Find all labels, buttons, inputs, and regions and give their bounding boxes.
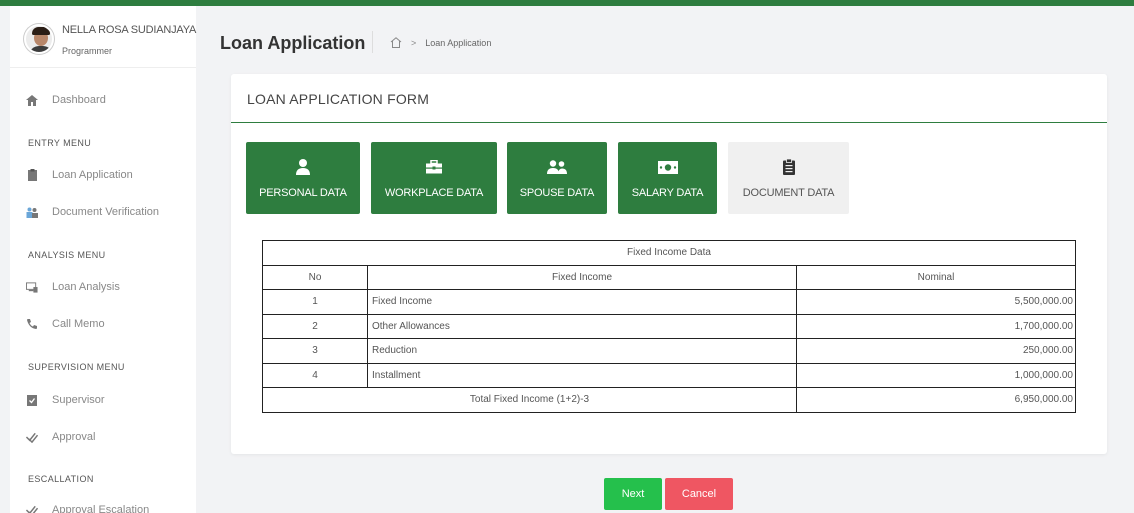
breadcrumb-current: Loan Application (425, 37, 492, 48)
sidebar-item-label: Approval (52, 431, 96, 443)
form-title: LOAN APPLICATION FORM (247, 91, 430, 107)
cell-nominal: 5,500,000.00 (796, 289, 1076, 315)
chevron-right-icon: > (411, 37, 417, 48)
money-icon (657, 157, 678, 177)
page-title: Loan Application (220, 33, 366, 53)
sidebar-item-loan-analysis[interactable]: Loan Analysis (26, 277, 120, 297)
tab-personal-data[interactable]: PERSONAL DATA (246, 142, 360, 214)
sidebar-item-loan-application[interactable]: Loan Application (26, 165, 133, 185)
sidebar: NELLA ROSA SUDIANJAYA Programmer Dashboa… (10, 6, 196, 513)
double-check-icon (26, 504, 38, 513)
sidebar-item-label: Loan Application (52, 169, 133, 181)
user-icon (296, 157, 310, 177)
divider (231, 122, 1107, 123)
section-header-supervision: SUPERVISION MENU (28, 362, 125, 372)
avatar (24, 24, 54, 54)
section-header-escallation: ESCALLATION (28, 474, 94, 484)
tab-salary-data[interactable]: SALARY DATA (618, 142, 717, 214)
users-icon (26, 206, 38, 218)
total-label: Total Fixed Income (1+2)-3 (262, 387, 797, 413)
table-caption: Fixed Income Data (262, 240, 1076, 266)
table-row: 1 Fixed Income 5,500,000.00 (262, 289, 1076, 315)
cell-no: 4 (262, 362, 368, 388)
sidebar-item-dashboard[interactable]: Dashboard (26, 90, 106, 110)
cell-name: Other Allowances (367, 313, 797, 339)
breadcrumb: > Loan Application (372, 31, 492, 53)
divider (372, 31, 373, 53)
sidebar-item-document-verification[interactable]: Document Verification (26, 202, 159, 222)
sidebar-item-label: Supervisor (52, 394, 105, 406)
tab-spouse-data[interactable]: SPOUSE DATA (507, 142, 607, 214)
cancel-button[interactable]: Cancel (665, 478, 733, 510)
sidebar-item-supervisor[interactable]: Supervisor (26, 390, 105, 410)
total-value: 6,950,000.00 (796, 387, 1076, 413)
table-caption-row: Fixed Income Data (262, 240, 1076, 266)
cell-no: 2 (262, 313, 368, 339)
cell-name: Reduction (367, 338, 797, 364)
briefcase-icon (426, 157, 442, 177)
user-role: Programmer (62, 46, 113, 56)
sidebar-item-label: Approval Escalation (52, 504, 150, 513)
column-header-no: No (262, 264, 368, 290)
phone-icon (26, 318, 38, 330)
sidebar-item-label: Loan Analysis (52, 281, 120, 293)
tab-document-data[interactable]: DOCUMENT DATA (728, 142, 849, 214)
table-total-row: Total Fixed Income (1+2)-3 6,950,000.00 (262, 387, 1076, 413)
table-header-row: No Fixed Income Nominal (262, 264, 1076, 290)
home-icon[interactable] (390, 37, 402, 48)
sidebar-item-label: Document Verification (52, 206, 159, 218)
sidebar-item-call-memo[interactable]: Call Memo (26, 314, 105, 334)
table-row: 2 Other Allowances 1,700,000.00 (262, 313, 1076, 339)
column-header-nominal: Nominal (796, 264, 1076, 290)
loan-application-form-card: LOAN APPLICATION FORM PERSONAL DATA WORK… (231, 74, 1107, 454)
user-name: NELLA ROSA SUDIANJAYA (62, 24, 197, 36)
user-profile[interactable]: NELLA ROSA SUDIANJAYA Programmer (10, 6, 196, 68)
tab-label: DOCUMENT DATA (742, 187, 835, 199)
monitor-icon (26, 281, 38, 293)
fixed-income-table: Fixed Income Data No Fixed Income Nomina… (262, 240, 1076, 413)
tab-label: WORKPLACE DATA (384, 187, 484, 199)
home-icon (26, 94, 38, 106)
next-button[interactable]: Next (604, 478, 662, 510)
clipboard-icon (782, 157, 795, 177)
section-header-entry: ENTRY MENU (28, 138, 92, 148)
tab-label: SPOUSE DATA (519, 187, 595, 199)
cell-no: 1 (262, 289, 368, 315)
users-icon (547, 157, 567, 177)
clipboard-icon (26, 169, 38, 181)
sidebar-item-approval[interactable]: Approval (26, 427, 95, 447)
cell-nominal: 1,000,000.00 (796, 362, 1076, 388)
section-header-analysis: ANALYSIS MENU (28, 250, 106, 260)
table-row: 4 Installment 1,000,000.00 (262, 362, 1076, 388)
cell-nominal: 1,700,000.00 (796, 313, 1076, 339)
double-check-icon (26, 431, 38, 443)
cell-nominal: 250,000.00 (796, 338, 1076, 364)
sidebar-item-label: Dashboard (52, 94, 106, 106)
tab-label: SALARY DATA (631, 187, 704, 199)
cell-no: 3 (262, 338, 368, 364)
table-row: 3 Reduction 250,000.00 (262, 338, 1076, 364)
sidebar-item-approval-escalation[interactable]: Approval Escalation (26, 500, 149, 513)
sidebar-item-label: Call Memo (52, 318, 105, 330)
tab-workplace-data[interactable]: WORKPLACE DATA (371, 142, 497, 214)
clipboard-check-icon (26, 394, 38, 406)
column-header-fixed-income: Fixed Income (367, 264, 797, 290)
tab-label: PERSONAL DATA (259, 187, 347, 199)
cell-name: Installment (367, 362, 797, 388)
cell-name: Fixed Income (367, 289, 797, 315)
